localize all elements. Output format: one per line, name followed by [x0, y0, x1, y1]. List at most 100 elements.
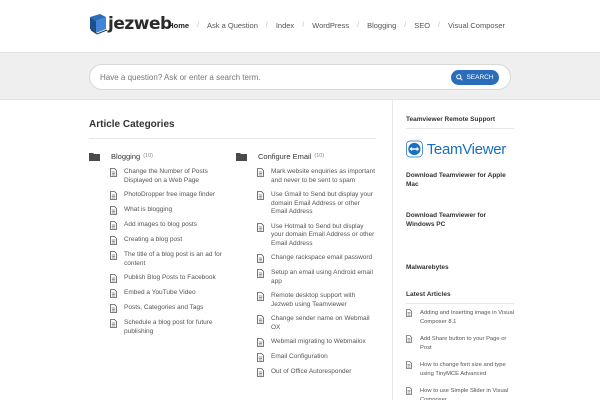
article-link[interactable]: Embed a YouTube Video	[110, 289, 229, 298]
article-link[interactable]: Change sender name on Webmail OX	[257, 315, 376, 332]
folder-icon	[89, 152, 100, 161]
document-icon	[257, 338, 264, 347]
widget-divider	[406, 303, 514, 304]
latest-article-link[interactable]: How to use Simple Slider in Visual Compo…	[406, 387, 516, 400]
main-nav: Home / Ask a Question / Index / WordPres…	[168, 21, 505, 30]
category-title: Configure Email	[258, 151, 312, 161]
article-title: Mark website enquiries as important and …	[271, 168, 376, 184]
nav-item-index[interactable]: Index	[276, 21, 294, 30]
article-link[interactable]: Posts, Categories and Tags	[110, 304, 229, 313]
article-link[interactable]: Mark website enquiries as important and …	[257, 168, 376, 185]
category-configure-email: Configure Email (10) Mark website enquir…	[236, 150, 376, 383]
document-icon	[257, 191, 264, 200]
article-title: The title of a blog post is an ad for co…	[124, 251, 222, 267]
article-link[interactable]: The title of a blog post is an ad for co…	[110, 251, 229, 268]
article-link[interactable]: Creating a blog post	[110, 236, 229, 245]
teamviewer-icon	[406, 140, 423, 158]
download-windows-link[interactable]: Download Teamviewer for Windows PC	[406, 211, 506, 229]
article-link[interactable]: Email Configuration	[257, 353, 376, 362]
article-title: Change rackspace email password	[271, 254, 373, 261]
category-header[interactable]: Blogging (10)	[89, 150, 229, 162]
nav-item-seo[interactable]: SEO	[414, 21, 430, 30]
article-link[interactable]: Publish Blog Posts to Facebook	[110, 274, 229, 283]
article-title: Use Gmail to Send but display your domai…	[271, 191, 373, 215]
article-link[interactable]: Change rackspace email password	[257, 254, 376, 263]
nav-separator: /	[357, 22, 360, 29]
article-link[interactable]: Webmail migrating to Webmailox	[257, 338, 376, 347]
site-logo[interactable]: jezweb	[88, 13, 172, 35]
document-icon	[406, 361, 412, 369]
article-link[interactable]: Out of Office Autoresponder	[257, 368, 376, 377]
article-title: Add images to blog posts	[124, 221, 197, 228]
nav-separator: /	[404, 22, 407, 29]
article-link[interactable]: Use Gmail to Send but display your domai…	[257, 191, 376, 217]
search-input[interactable]	[100, 65, 440, 89]
document-icon	[110, 168, 117, 177]
search-band: SEARCH	[0, 52, 600, 100]
article-link[interactable]: Schedule a blog post for future publishi…	[110, 319, 229, 336]
latest-article-title: How to use Simple Slider in Visual Compo…	[420, 388, 509, 400]
search-button[interactable]: SEARCH	[451, 70, 499, 85]
document-icon	[257, 168, 264, 177]
document-icon	[257, 292, 264, 301]
nav-item-home[interactable]: Home	[168, 21, 189, 30]
article-list: Mark website enquiries as important and …	[257, 168, 376, 377]
teamviewer-logo[interactable]: TeamViewer	[406, 136, 506, 162]
document-icon	[257, 353, 264, 362]
category-header[interactable]: Configure Email (10)	[236, 150, 376, 162]
folder-icon	[236, 152, 247, 161]
document-icon	[257, 222, 264, 232]
logo-text: jezweb	[108, 14, 172, 34]
article-link[interactable]: Change the Number of Posts Displayed on …	[110, 168, 229, 185]
latest-article-link[interactable]: How to change font size and type using T…	[406, 361, 516, 378]
article-link[interactable]: What is blogging	[110, 206, 229, 215]
article-title: Change the Number of Posts Displayed on …	[124, 168, 208, 184]
document-icon	[110, 274, 117, 283]
document-icon	[110, 251, 117, 260]
nav-item-blogging[interactable]: Blogging	[367, 21, 396, 30]
teamviewer-logo-text: TeamViewer	[426, 140, 507, 158]
article-title: Webmail migrating to Webmailox	[271, 338, 366, 345]
article-title: Out of Office Autoresponder	[271, 368, 352, 375]
nav-item-ask-a-question[interactable]: Ask a Question	[207, 21, 258, 30]
page-title: Article Categories	[89, 119, 175, 130]
article-link[interactable]: Setup an email using Android email app	[257, 269, 376, 286]
document-icon	[406, 309, 412, 317]
article-title: Creating a blog post	[124, 236, 183, 243]
widget-title-latest-articles: Latest Articles	[406, 291, 451, 298]
sidebar-divider	[392, 100, 393, 400]
document-icon	[257, 269, 264, 278]
search-button-label: SEARCH	[466, 74, 494, 81]
article-link[interactable]: PhotoDropper free image finder	[110, 191, 229, 200]
latest-article-link[interactable]: Add Share button to your Page or Post	[406, 335, 516, 352]
article-link[interactable]: Add images to blog posts	[110, 221, 229, 230]
article-title: Email Configuration	[271, 353, 328, 360]
latest-article-link[interactable]: Adding and Inserting image in Visual Com…	[406, 309, 516, 326]
search-icon	[456, 74, 464, 81]
category-count: (10)	[314, 153, 325, 159]
article-link[interactable]: Remote desktop support with Jezweb using…	[257, 292, 376, 309]
nav-separator: /	[197, 22, 200, 29]
document-icon	[110, 221, 117, 230]
document-icon	[406, 335, 412, 343]
search-box: SEARCH	[89, 64, 511, 90]
widget-title-teamviewer: Teamviewer Remote Support	[406, 116, 496, 123]
download-mac-link[interactable]: Download Teamviewer for Apple Mac	[406, 171, 506, 189]
article-title: Setup an email using Android email app	[271, 269, 373, 285]
divider	[89, 138, 376, 139]
document-icon	[110, 191, 117, 200]
malwarebytes-link[interactable]: Malwarebytes	[406, 263, 506, 272]
article-title: PhotoDropper free image finder	[124, 191, 216, 198]
article-link[interactable]: Use Hotmail to Send but display your dom…	[257, 223, 376, 249]
nav-separator: /	[265, 22, 268, 29]
latest-articles-list: Adding and Inserting image in Visual Com…	[406, 309, 516, 400]
article-title: What is blogging	[124, 206, 173, 213]
latest-article-title: How to change font size and type using T…	[420, 362, 506, 377]
article-title: Embed a YouTube Video	[124, 289, 196, 296]
nav-item-visual-composer[interactable]: Visual Composer	[448, 21, 505, 30]
article-title: Publish Blog Posts to Facebook	[124, 274, 216, 281]
category-title: Blogging	[111, 151, 141, 161]
category-blogging: Blogging (10) Change the Number of Posts…	[89, 150, 229, 342]
document-icon	[110, 236, 117, 245]
nav-item-wordpress[interactable]: WordPress	[312, 21, 349, 30]
